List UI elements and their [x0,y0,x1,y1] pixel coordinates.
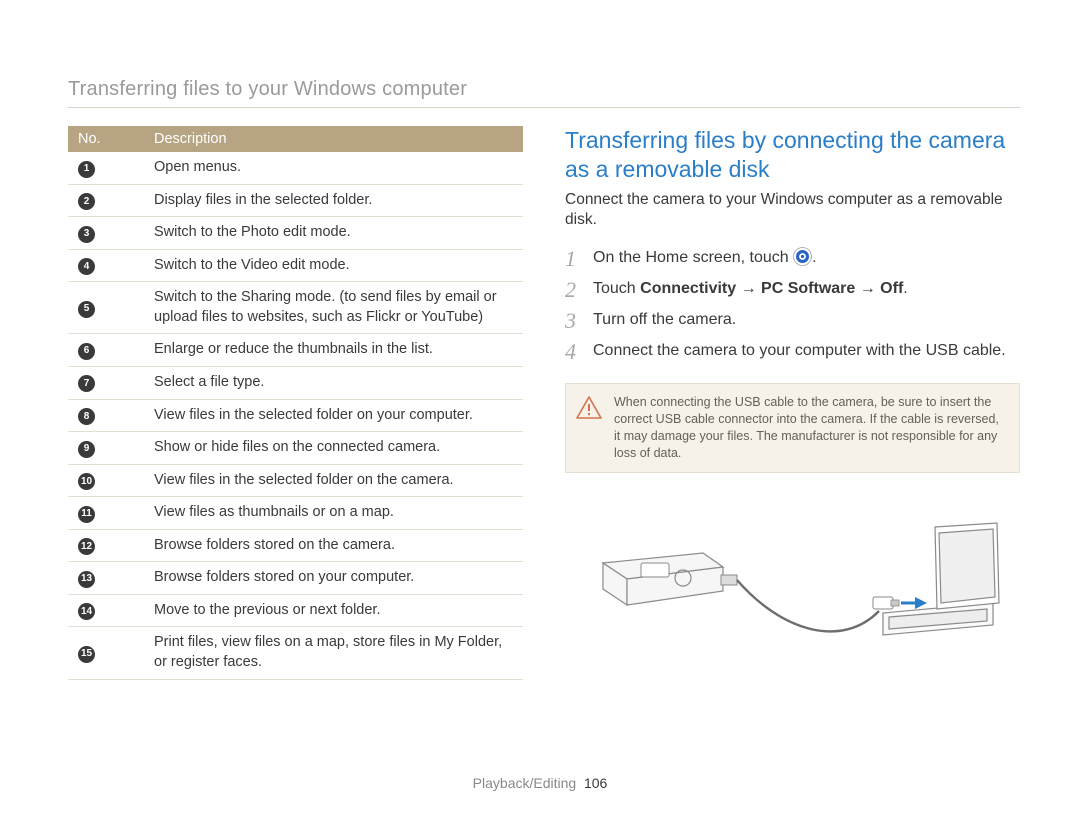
row-desc: Switch to the Sharing mode. (to send fil… [144,282,523,334]
table-row: 13 Browse folders stored on your computer… [68,562,523,595]
table-row: 14 Move to the previous or next folder. [68,594,523,627]
table-row: 3 Switch to the Photo edit mode. [68,217,523,250]
step1-prefix: On the Home screen, touch [593,249,793,266]
left-column: No. Description 1 Open menus. 2 Display fi… [68,126,523,680]
page-number: 106 [584,775,607,791]
row-desc: View files in the selected folder on you… [144,399,523,432]
row-desc: Open menus. [144,152,523,184]
row-number-icon: 4 [78,258,95,275]
table-row: 10 View files in the selected folder on t… [68,464,523,497]
manual-page: Transferring files to your Windows compu… [0,0,1080,815]
table-row: 8 View files in the selected folder on yo… [68,399,523,432]
caution-box: When connecting the USB cable to the cam… [565,383,1020,473]
two-column-layout: No. Description 1 Open menus. 2 Display fi… [68,126,1020,680]
step2-prefix: Touch [593,280,640,297]
row-number-icon: 5 [78,301,95,318]
connection-illustration [565,493,1020,663]
row-number-icon: 11 [78,506,95,523]
row-number-icon: 9 [78,441,95,458]
step-3: 3 Turn off the camera. [565,309,1020,332]
row-desc: Enlarge or reduce the thumbnails in the … [144,334,523,367]
step-number: 1 [565,247,583,270]
step2-suffix: . [903,280,907,297]
table-row: 6 Enlarge or reduce the thumbnails in the… [68,334,523,367]
row-number-icon: 1 [78,161,95,178]
section-title: Transferring files by connecting the cam… [565,126,1020,184]
row-number-icon: 8 [78,408,95,425]
th-description: Description [144,126,523,152]
step-1: 1 On the Home screen, touch . [565,247,1020,270]
row-desc: Switch to the Photo edit mode. [144,217,523,250]
right-column: Transferring files by connecting the cam… [565,126,1020,680]
table-row: 7 Select a file type. [68,366,523,399]
row-number-icon: 12 [78,538,95,555]
footer-section: Playback/Editing [473,775,577,791]
step-4: 4 Connect the camera to your computer wi… [565,340,1020,363]
step-body: On the Home screen, touch . [593,247,817,270]
row-desc: View files as thumbnails or on a map. [144,497,523,530]
row-desc: Select a file type. [144,366,523,399]
step-body: Turn off the camera. [593,309,736,332]
row-desc: Browse folders stored on the camera. [144,529,523,562]
row-number-icon: 6 [78,343,95,360]
row-desc: Print files, view files on a map, store … [144,627,523,679]
table-row: 4 Switch to the Video edit mode. [68,249,523,282]
home-icon [793,247,812,266]
row-desc: Switch to the Video edit mode. [144,249,523,282]
row-number-icon: 3 [78,226,95,243]
table-row: 9 Show or hide files on the connected cam… [68,432,523,465]
row-desc: Move to the previous or next folder. [144,594,523,627]
caution-text: When connecting the USB cable to the cam… [614,394,1005,462]
warning-triangle-icon [576,394,602,462]
table-row: 12 Browse folders stored on the camera. [68,529,523,562]
running-header: Transferring files to your Windows compu… [68,78,1020,108]
row-desc: Browse folders stored on your computer. [144,562,523,595]
step-body: Connect the camera to your computer with… [593,340,1006,363]
row-number-icon: 7 [78,375,95,392]
step-body: Touch Connectivity → PC Software → Off. [593,278,908,301]
row-number-icon: 14 [78,603,95,620]
step-number: 4 [565,340,583,363]
step-number: 3 [565,309,583,332]
step-list: 1 On the Home screen, touch . [565,247,1020,363]
table-row: 11 View files as thumbnails or on a map. [68,497,523,530]
table-row: 5 Switch to the Sharing mode. (to send fi… [68,282,523,334]
step1-suffix: . [812,249,816,266]
row-number-icon: 15 [78,646,95,663]
row-desc: Show or hide files on the connected came… [144,432,523,465]
row-desc: View files in the selected folder on the… [144,464,523,497]
description-table: No. Description 1 Open menus. 2 Display fi… [68,126,523,680]
th-no: No. [68,126,144,152]
table-row: 15 Print files, view files on a map, stor… [68,627,523,679]
table-row: 2 Display files in the selected folder. [68,184,523,217]
row-desc: Display files in the selected folder. [144,184,523,217]
step2-bold: Connectivity → PC Software → Off [640,280,903,297]
row-number-icon: 10 [78,473,95,490]
step-number: 2 [565,278,583,301]
row-number-icon: 13 [78,571,95,588]
section-intro: Connect the camera to your Windows compu… [565,190,1020,232]
table-row: 1 Open menus. [68,152,523,184]
page-footer: Playback/Editing 106 [0,775,1080,791]
step-2: 2 Touch Connectivity → PC Software → Off… [565,278,1020,301]
row-number-icon: 2 [78,193,95,210]
